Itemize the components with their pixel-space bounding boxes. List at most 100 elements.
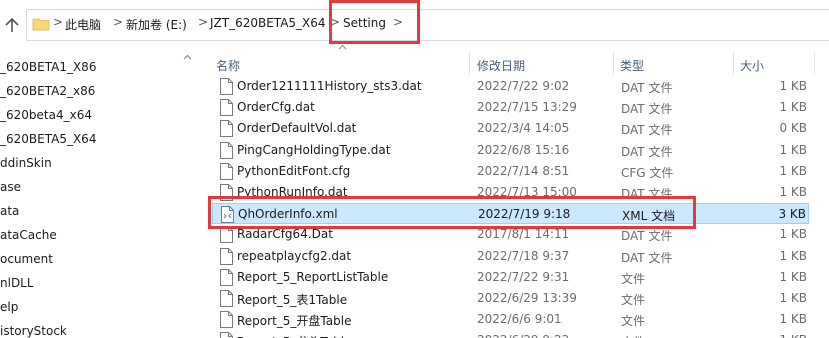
file-icon [220,162,233,180]
file-name: PythonEditFont.cfg [237,163,351,178]
file-row[interactable]: Report_5_ReportListTable 2022/7/22 9:31 文件… [212,267,809,288]
breadcrumb-item-drive[interactable]: 新加卷 (E:) [126,16,187,33]
nav-item[interactable]: _620BETA5_X64 [0,132,96,146]
column-header-modified[interactable]: 修改日期 [477,57,525,74]
file-date: 2022/7/18 9:37 [477,248,570,263]
navigation-pane: _620BETA1_X86 _620BETA2_x86 _620beta4_x6… [0,50,195,338]
file-type: CFG 文件 [621,165,674,180]
file-date: 2022/6/29 9:22 [477,333,569,338]
column-divider[interactable] [613,52,614,74]
file-name: OrderCfg.dat [237,100,315,115]
file-date: 2022/7/14 8:51 [477,163,570,178]
file-name: Report_5_ReportListTable [237,269,389,284]
sort-ascending-icon [338,44,347,50]
file-row[interactable]: OrderCfg.dat 2022/7/15 13:29 DAT 文件 1 KB [212,97,809,118]
file-size: 1 KB [779,248,807,263]
breadcrumb-item-this-pc[interactable]: 此电脑 [65,16,101,33]
file-date: 2022/6/29 13:39 [477,291,577,305]
file-date: 2017/8/1 14:11 [477,227,570,242]
file-name: OrderDefaultVol.dat [237,121,357,136]
file-date: 2022/7/15 13:29 [477,100,577,115]
file-row[interactable]: Report_5_表1Table 2022/6/29 13:39 文件 1 KB [212,288,809,309]
up-arrow-icon[interactable] [3,16,21,34]
column-divider[interactable] [733,52,734,74]
nav-item[interactable]: elp [0,300,18,314]
file-row[interactable]: PythonEditFont.cfg 2022/7/14 8:51 CFG 文件 1 … [212,161,809,182]
nav-item[interactable]: nlDLL [0,276,34,290]
column-header-size[interactable]: 大小 [740,57,764,74]
file-name: Report_5_开盘Table [237,314,352,329]
file-icon [220,78,233,95]
address-bar-row: > 此电脑 > 新加卷 (E:) > JZT_620BETA5_X64 > Se… [0,0,829,50]
file-type: 文件 [621,293,646,307]
file-name: Report_5_龙头Table [237,333,351,338]
file-type: DAT 文件 [621,123,673,138]
file-icon [220,99,233,117]
breadcrumb-separator: > [113,15,124,29]
breadcrumb-separator: > [198,15,209,29]
column-header-name[interactable]: 名称 [216,57,240,74]
file-name: Order1211111History_sts3.dat [237,79,422,93]
nav-item[interactable]: istoryStock [0,324,67,338]
file-icon [220,311,233,329]
nav-item[interactable]: ata [0,204,19,218]
file-type: DAT 文件 [621,250,673,265]
file-type: DAT 文件 [621,102,673,117]
folder-icon [32,18,50,31]
file-size: 1 KB [779,269,807,284]
file-size: 1 KB [779,312,807,327]
file-date: 2022/7/22 9:31 [477,269,570,284]
file-icon [220,141,233,159]
file-row[interactable]: Report_5_开盘Table 2022/6/6 9:01 文件 1 KB [212,309,809,330]
file-icon [220,247,233,265]
file-name: Report_5_表1Table [237,293,348,307]
file-date: 2022/6/8 15:16 [477,142,570,157]
file-size: 1 KB [779,185,807,199]
scroll-up-icon[interactable] [183,53,192,62]
file-size: 3 KB [778,207,806,222]
file-size: 1 KB [779,163,807,178]
file-icon [220,290,233,307]
column-header-type[interactable]: 类型 [620,57,644,74]
nav-item[interactable]: ase [0,180,21,194]
file-row[interactable]: repeatplaycfg2.dat 2022/7/18 9:37 DAT 文件 1 … [212,246,809,267]
file-name: PingCangHoldingType.dat [237,142,391,157]
column-divider[interactable] [469,52,470,74]
nav-item[interactable]: _620BETA2_x86 [0,84,95,98]
file-row[interactable]: Order1211111History_sts3.dat 2022/7/22 9:… [212,76,809,97]
file-size: 1 KB [779,227,807,242]
highlight-box-setting [329,0,420,44]
file-size: 1 KB [779,333,807,338]
file-row[interactable]: OrderDefaultVol.dat 2022/3/4 14:05 DAT 文件 0… [212,118,809,139]
file-name: RadarCfg64.Dat [237,227,333,242]
file-icon [220,268,233,286]
nav-scrollbar[interactable] [180,50,195,338]
breadcrumb-item-folder[interactable]: JZT_620BETA5_X64 [210,16,326,30]
nav-item[interactable]: ataCache [0,228,57,242]
file-type: DAT 文件 [621,81,673,95]
file-size: 1 KB [779,100,807,115]
file-date: 2022/6/6 9:01 [477,312,562,327]
file-type: 文件 [621,271,646,286]
file-row[interactable]: PingCangHoldingType.dat 2022/6/8 15:16 DAT… [212,140,809,161]
file-size: 1 KB [779,79,807,93]
file-type: 文件 [621,314,646,329]
file-size: 1 KB [779,142,807,157]
nav-item[interactable]: _620beta4_x64 [0,108,92,122]
file-icon [220,120,233,138]
file-type: DAT 文件 [621,229,673,244]
nav-item[interactable]: ddinSkin [0,156,52,170]
file-size: 1 KB [779,291,807,305]
file-row[interactable]: Report_5_龙头Table 2022/6/29 9:22 文件 1 KB [212,330,809,338]
column-header: 名称 修改日期 类型 大小 [196,52,829,74]
breadcrumb-separator: > [53,15,64,29]
file-name: repeatplaycfg2.dat [237,248,352,263]
nav-item[interactable]: _620BETA1_X86 [0,60,96,74]
file-date: 2022/3/4 14:05 [477,121,570,136]
column-divider[interactable] [814,52,815,74]
file-type: 文件 [621,333,645,338]
file-type: DAT 文件 [621,144,673,159]
file-date: 2022/7/22 9:02 [477,79,570,93]
file-icon [220,332,233,338]
nav-item[interactable]: ocument [0,252,53,266]
